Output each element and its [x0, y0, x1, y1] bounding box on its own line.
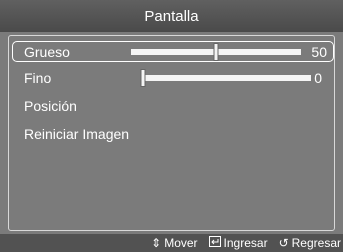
- footer-hints: ⇕ Mover Ingresar ↺ Regresar: [0, 234, 343, 252]
- menu-item-grueso[interactable]: Grueso 50: [12, 41, 334, 62]
- grueso-value: 50: [311, 43, 327, 60]
- hint-move: ⇕ Mover: [151, 236, 197, 250]
- menu-item-reiniciar-imagen[interactable]: Reiniciar Imagen: [10, 124, 338, 144]
- hint-move-label: Mover: [164, 236, 198, 250]
- hint-enter: Ingresar: [208, 236, 268, 250]
- enter-icon: [208, 236, 221, 250]
- fino-slider[interactable]: [140, 69, 311, 87]
- menu-item-label: Reiniciar Imagen: [24, 126, 130, 142]
- hint-enter-label: Ingresar: [223, 236, 268, 250]
- fino-slider-thumb[interactable]: [140, 69, 146, 87]
- menu-title: Pantalla: [144, 7, 199, 25]
- menu-title-bar: Pantalla: [0, 0, 343, 32]
- menu-item-fino[interactable]: Fino 0: [10, 68, 338, 88]
- hint-back-label: Regresar: [291, 236, 341, 250]
- grueso-slider-thumb[interactable]: [213, 43, 219, 61]
- menu-item-label: Posición: [24, 98, 77, 114]
- grueso-slider[interactable]: [131, 43, 301, 61]
- menu-item-posicion[interactable]: Posición: [10, 96, 338, 116]
- up-down-icon: ⇕: [151, 236, 162, 250]
- fino-value: 0: [314, 70, 322, 86]
- menu-item-label: Grueso: [24, 43, 70, 60]
- hint-back: ↺ Regresar: [279, 236, 341, 250]
- return-icon: ↺: [278, 236, 289, 250]
- menu-item-label: Fino: [24, 70, 52, 86]
